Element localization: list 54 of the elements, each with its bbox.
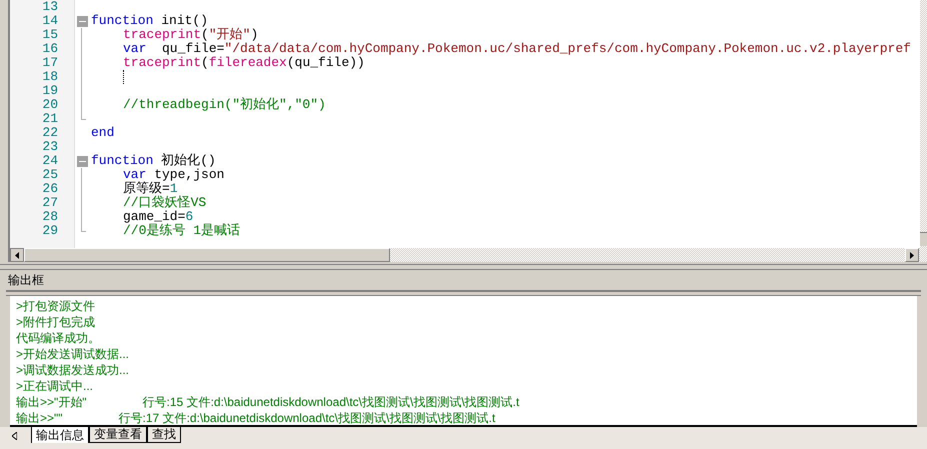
line-number: 14 (41, 14, 59, 28)
code-line: //threadbegin("初始化","0") (123, 98, 326, 112)
code-line: traceprint("开始") (123, 28, 258, 42)
line-number: 24 (41, 154, 59, 168)
collapse-icon[interactable] (76, 16, 88, 26)
line-number: 20 (41, 98, 59, 112)
line-number: 28 (41, 210, 59, 224)
code-line: var type,json (123, 168, 224, 182)
code-line: game_id=6 (123, 210, 194, 224)
tab[interactable]: 变量查看 (89, 427, 147, 443)
horizontal-scrollbar[interactable] (10, 248, 927, 262)
code-line: var qu_file="/data/data/com.hyCompany.Pokemon.uc/shared_prefs/com.hyCompany.Pokemon.uc.v2.playerpref (123, 42, 911, 56)
line-number: 21 (41, 112, 59, 126)
scrollbar-thumb[interactable] (24, 248, 390, 262)
line-number: 18 (41, 70, 59, 84)
tab[interactable]: 查找 (147, 427, 181, 443)
log-line: 输出>>"" (16, 410, 63, 425)
line-number: 19 (41, 84, 59, 98)
line-number: 22 (41, 126, 59, 140)
tab[interactable]: 输出信息 (31, 427, 89, 443)
line-number: 16 (41, 42, 59, 56)
code-line: 原等级=1 (123, 182, 178, 196)
line-number: 25 (41, 168, 59, 182)
collapse-icon[interactable] (76, 156, 88, 166)
log-line: >附件打包完成 (16, 314, 96, 330)
line-number: 15 (41, 28, 59, 42)
code-line: function 初始化() (91, 154, 216, 168)
log-line: >正在调试中... (16, 378, 94, 394)
line-number: 27 (41, 196, 59, 210)
log-line: 代码编译成功。 (16, 330, 100, 346)
scroll-right-button[interactable] (905, 248, 919, 262)
log-location: 行号:17 文件:d:\baidunetdiskdownload\tc\找图测试\找图测试\找图测试.t (118, 410, 496, 425)
panel-title: 输出框 (8, 272, 44, 289)
code-line: traceprint(filereadex(qu_file)) (123, 56, 365, 70)
line-number: 26 (41, 182, 59, 196)
log-line: 输出>>"开始" (16, 394, 87, 410)
fold-line (81, 168, 86, 232)
tab-scroll-left-icon[interactable] (12, 432, 17, 440)
line-number: 29 (41, 224, 59, 238)
code-line: end (91, 126, 114, 140)
log-line: >开始发送调试数据... (16, 346, 130, 362)
log-line: >打包资源文件 (16, 298, 96, 314)
code-line: //口袋妖怪VS (123, 196, 206, 210)
vertical-scrollbar[interactable] (920, 0, 927, 248)
code-line: //0是练号 1是喊话 (123, 224, 240, 238)
line-number: 13 (41, 0, 59, 14)
log-location: 行号:15 文件:d:\baidunetdiskdownload\tc\找图测试\找图测试\找图测试.t (142, 394, 520, 410)
right-arrow-icon (910, 252, 914, 258)
left-arrow-icon (15, 252, 19, 258)
line-number: 23 (41, 140, 59, 154)
code-line: function init() (91, 14, 208, 28)
line-number: 17 (41, 56, 59, 70)
log-line: >调试数据发送成功... (16, 362, 130, 378)
scroll-left-button[interactable] (10, 248, 24, 262)
